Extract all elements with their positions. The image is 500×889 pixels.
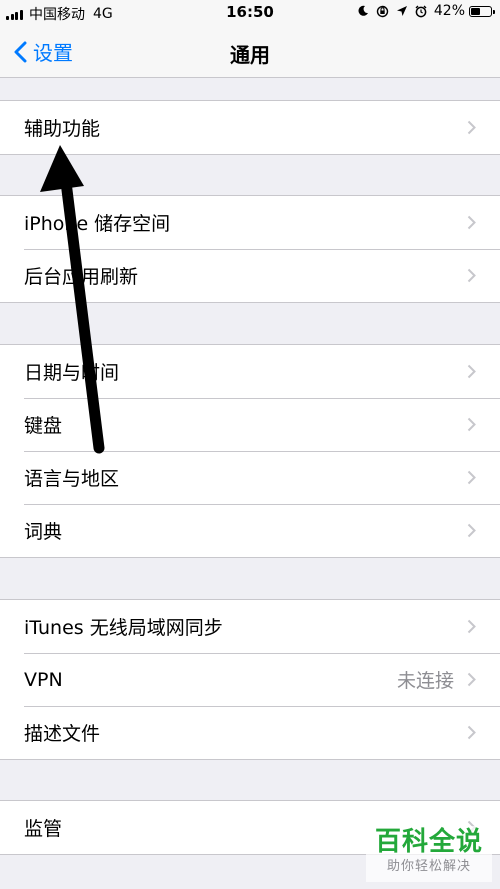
row-label: 语言与地区	[24, 468, 120, 490]
row-label: VPN	[24, 668, 63, 691]
chevron-right-icon	[467, 120, 476, 135]
row-label: iTunes 无线局域网同步	[24, 617, 223, 639]
settings-row-vpn[interactable]: VPN 未连接	[0, 653, 500, 706]
chevron-right-icon	[467, 725, 476, 740]
row-label: 词典	[24, 521, 63, 543]
settings-row-dictionary[interactable]: 词典	[0, 504, 500, 557]
settings-row-date-time[interactable]: 日期与时间	[0, 345, 500, 398]
chevron-right-icon	[467, 417, 476, 432]
row-label: 键盘	[24, 415, 63, 437]
row-label: 日期与时间	[24, 362, 120, 384]
alarm-icon	[415, 5, 427, 18]
settings-row-accessibility[interactable]: 辅助功能	[0, 101, 500, 154]
row-label: 后台应用刷新	[24, 266, 139, 288]
chevron-right-icon	[467, 523, 476, 538]
settings-row-keyboard[interactable]: 键盘	[0, 398, 500, 451]
chevron-right-icon	[467, 619, 476, 634]
settings-row-background-refresh[interactable]: 后台应用刷新	[0, 249, 500, 302]
page-title: 通用	[230, 43, 270, 67]
settings-group-2: iPhone 储存空间 后台应用刷新	[0, 195, 500, 303]
chevron-right-icon	[467, 268, 476, 283]
settings-general-screen: 中国移动 4G 16:50 42% 设置 通用 辅助功能 iPhone 储存空间…	[0, 0, 500, 889]
settings-group-4: iTunes 无线局域网同步 VPN 未连接 描述文件	[0, 599, 500, 760]
battery-level	[471, 7, 480, 15]
settings-group-3: 日期与时间 键盘 语言与地区 词典	[0, 344, 500, 558]
settings-row-profiles[interactable]: 描述文件	[0, 706, 500, 759]
battery-icon	[469, 5, 495, 17]
settings-row-iphone-storage[interactable]: iPhone 储存空间	[0, 196, 500, 249]
row-label: 描述文件	[24, 723, 101, 745]
settings-row-itunes-wifi-sync[interactable]: iTunes 无线局域网同步	[0, 600, 500, 653]
chevron-right-icon	[467, 364, 476, 379]
watermark-main-text: 百科全说	[374, 827, 483, 857]
chevron-right-icon	[467, 215, 476, 230]
vpn-status-value: 未连接	[396, 670, 454, 692]
status-bar: 中国移动 4G 16:50 42%	[0, 0, 500, 26]
row-label: 监管	[24, 818, 63, 840]
row-label: 辅助功能	[24, 118, 101, 140]
navigation-bar: 设置 通用	[0, 26, 500, 78]
battery-percent: 42%	[433, 3, 465, 19]
status-right: 42%	[350, 3, 495, 19]
settings-group-1: 辅助功能	[0, 100, 500, 155]
watermark-sub-text: 助你轻松解决	[386, 859, 471, 874]
rotation-lock-icon	[376, 5, 389, 18]
settings-row-language-region[interactable]: 语言与地区	[0, 451, 500, 504]
chevron-right-icon	[467, 672, 476, 687]
location-arrow-icon	[396, 5, 408, 17]
row-label: iPhone 储存空间	[24, 213, 171, 235]
watermark-logo: 百科全说 助你轻松解决	[366, 826, 492, 882]
chevron-right-icon	[467, 470, 476, 485]
moon-icon	[357, 5, 369, 17]
